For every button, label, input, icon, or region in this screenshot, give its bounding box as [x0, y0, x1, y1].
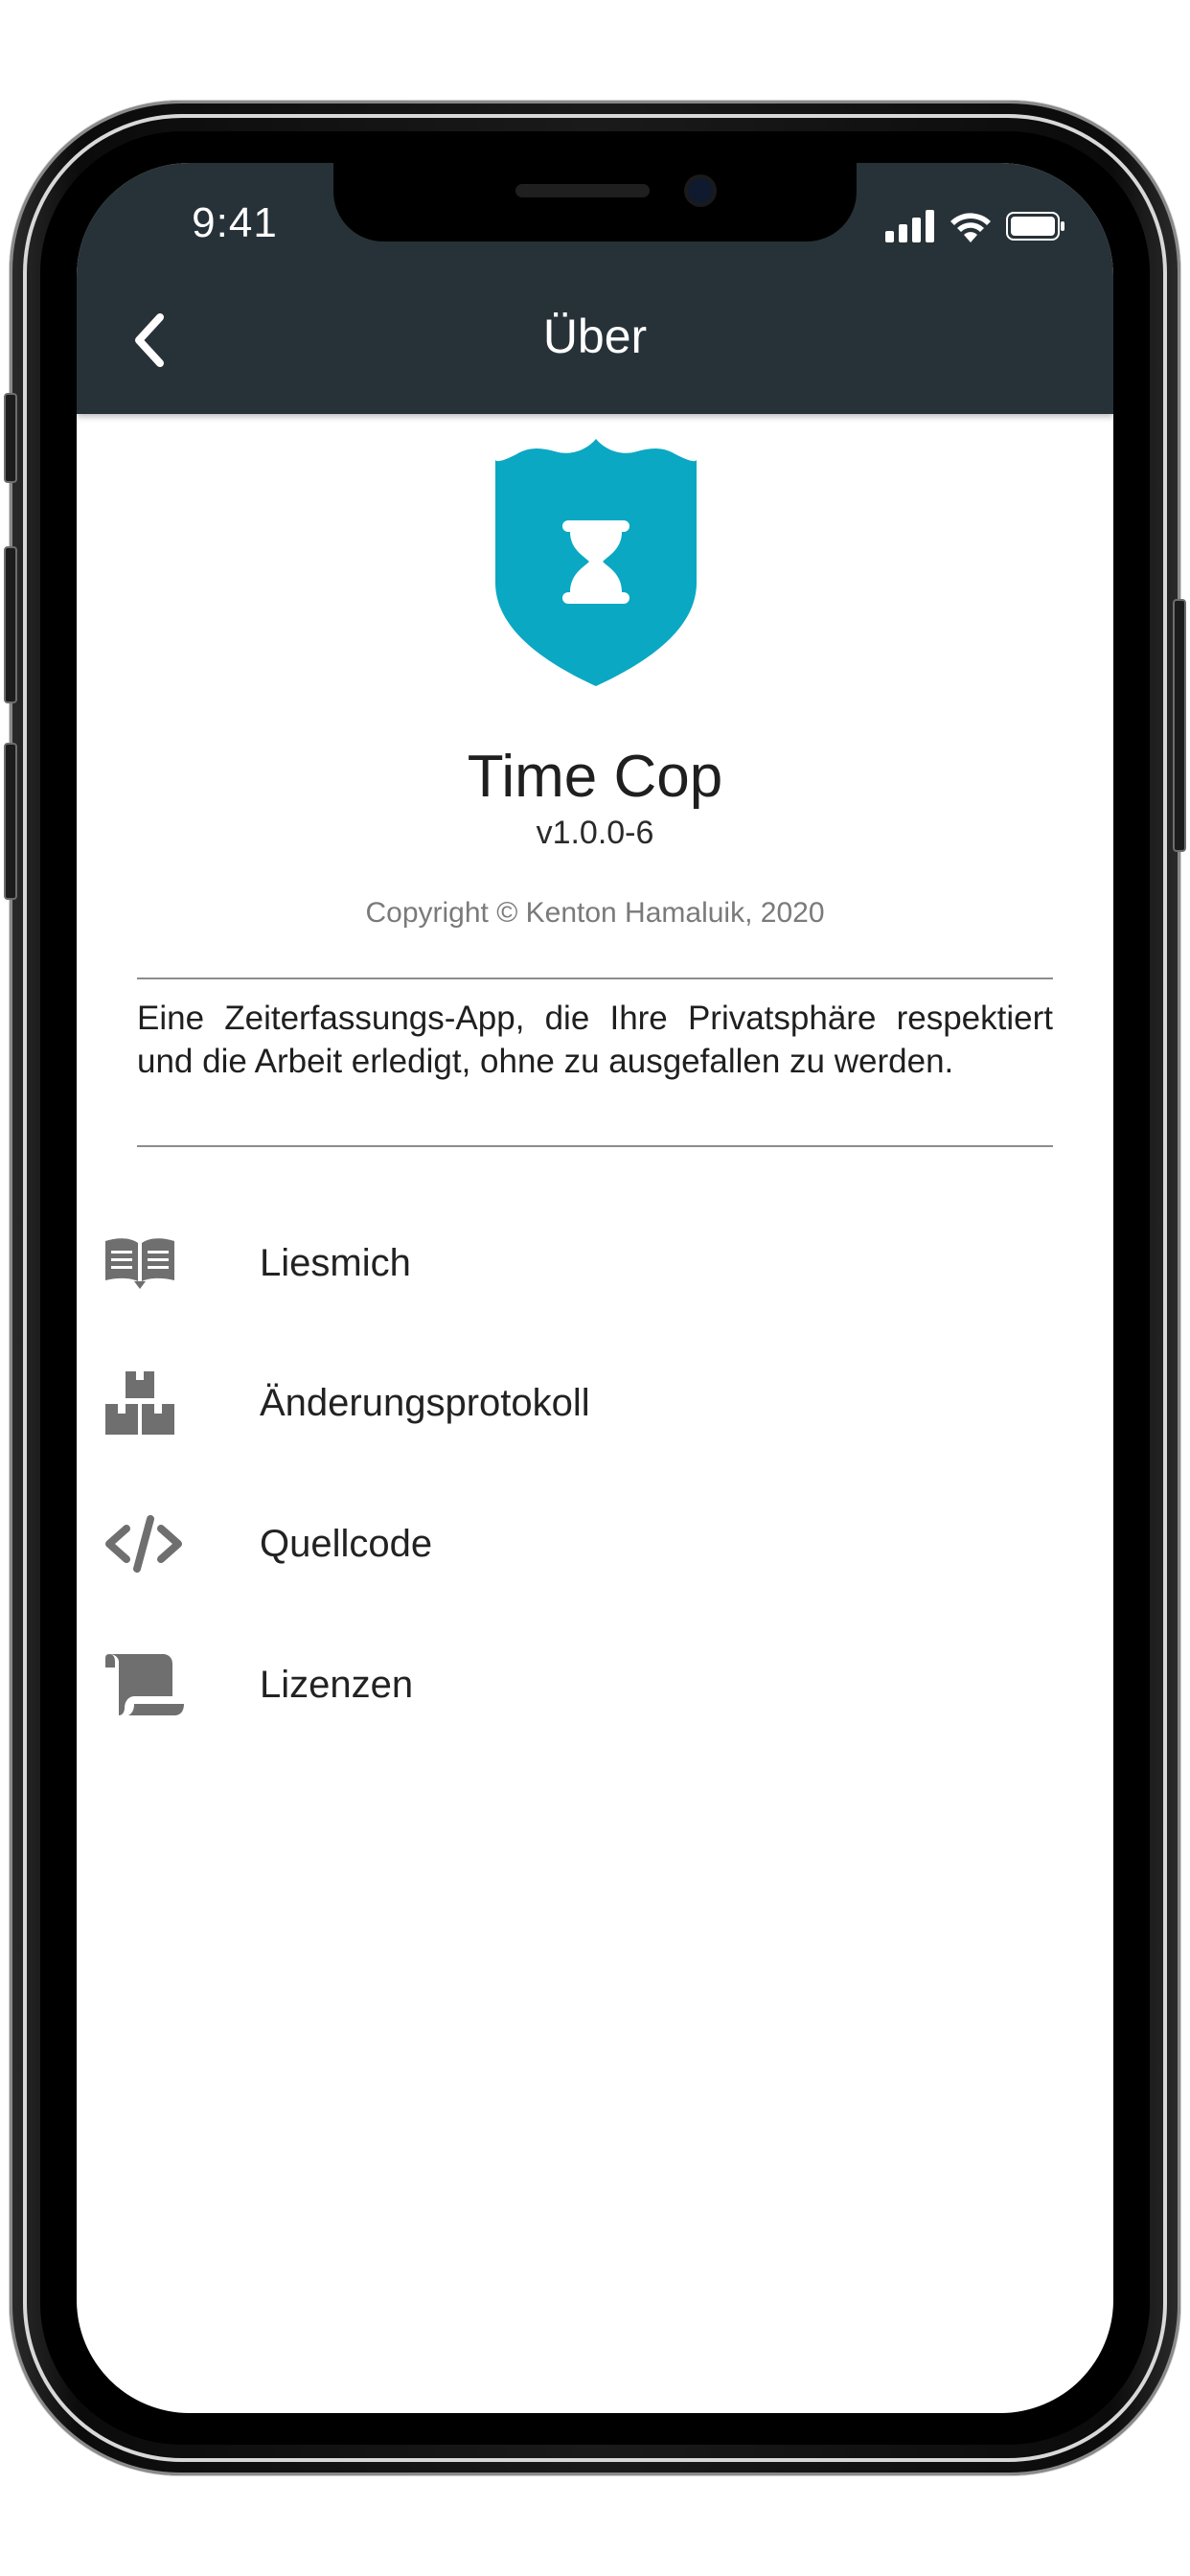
copyright-text: Copyright © Kenton Hamaluik, 2020	[365, 897, 825, 929]
volume-down-button	[4, 743, 17, 900]
menu-item-changelog[interactable]: Änderungsprotokoll	[105, 1346, 1073, 1460]
wifi-icon	[950, 213, 991, 242]
mute-switch	[4, 393, 17, 483]
divider-bottom	[137, 1145, 1053, 1147]
menu-label-source-code: Quellcode	[260, 1522, 433, 1565]
signal-icon	[885, 210, 934, 242]
menu-item-source-code[interactable]: Quellcode	[105, 1486, 1073, 1601]
status-icons	[885, 207, 1065, 245]
boxes-icon	[105, 1365, 211, 1441]
scroll-icon	[105, 1646, 211, 1723]
app-version: v1.0.0-6	[536, 815, 654, 851]
app-bar: 9:41 Über	[77, 163, 1113, 414]
speaker-grille	[515, 184, 650, 197]
menu-label-licenses: Lizenzen	[260, 1663, 414, 1706]
divider-top	[137, 978, 1053, 979]
menu-label-changelog: Änderungsprotokoll	[260, 1381, 590, 1424]
battery-icon	[1006, 212, 1064, 241]
code-icon	[105, 1506, 211, 1582]
status-time: 9:41	[192, 199, 278, 246]
page-title: Über	[542, 310, 648, 363]
notch	[333, 163, 857, 242]
book-open-reader-icon	[105, 1225, 211, 1301]
app-name: Time Cop	[467, 744, 723, 810]
app-logo-shield-hourglass-icon	[495, 439, 697, 686]
app-description: Eine Zeiterfassungs-App, die Ihre Privat…	[137, 1000, 1053, 1080]
power-button	[1173, 599, 1186, 852]
menu-item-licenses[interactable]: Lizenzen	[105, 1627, 1073, 1742]
front-camera	[688, 178, 713, 203]
menu-item-readme[interactable]: Liesmich	[105, 1206, 1073, 1321]
menu-label-readme: Liesmich	[260, 1241, 411, 1284]
screen: 9:41 Über Time Cop v1.0.0-6 Copyright © …	[77, 163, 1113, 2413]
volume-up-button	[4, 546, 17, 703]
